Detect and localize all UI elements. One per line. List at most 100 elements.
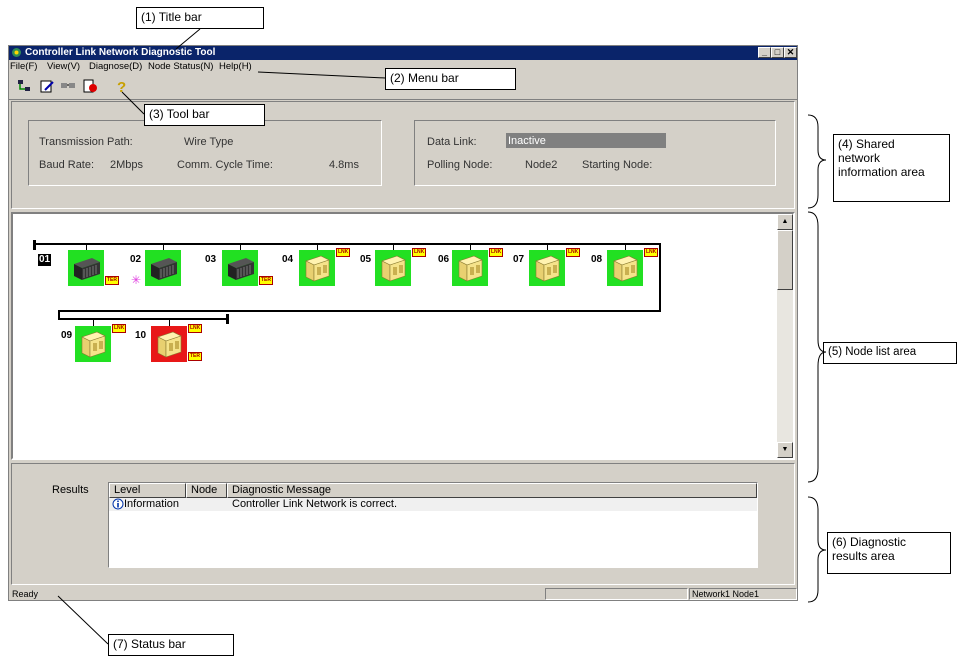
info-icon (112, 498, 124, 510)
menu-help[interactable]: Help(H) (219, 61, 252, 73)
status-bar: Ready Network1 Node1 (9, 587, 797, 601)
node-drop-line (317, 243, 318, 250)
polling-node-value: Node2 (525, 159, 558, 171)
plc-icon (458, 255, 483, 282)
node-number-09: 09 (61, 330, 73, 341)
transmission-path-value: Wire Type (184, 136, 234, 148)
data-link-label: Data Link: (427, 136, 477, 148)
network-icon[interactable] (16, 78, 32, 94)
app-icon (12, 48, 21, 57)
plc-icon (613, 255, 638, 282)
network-bus-lower (58, 318, 228, 320)
node-06[interactable] (452, 250, 488, 286)
callout-title-bar: (1) Title bar (136, 7, 264, 29)
table-row[interactable]: Information Controller Link Network is c… (109, 498, 757, 511)
node-number-05: 05 (360, 254, 372, 265)
node-01[interactable] (68, 250, 104, 286)
callout-node-list: (5) Node list area (823, 342, 957, 364)
col-header-level[interactable]: Level (109, 483, 186, 498)
node-number-01: 01 (38, 254, 52, 266)
menu-diagnose[interactable]: Diagnose(D) (89, 61, 142, 73)
node-08[interactable] (607, 250, 643, 286)
baud-rate-value: 2Mbps (110, 159, 144, 171)
transmission-path-label: Transmission Path: (39, 136, 133, 148)
scroll-thumb[interactable] (777, 230, 793, 290)
plc-icon (81, 331, 106, 358)
callout-shared-info: (4) Shared network information area (833, 134, 950, 202)
data-link-badge: LNK (566, 248, 581, 257)
node-number-03: 03 (205, 254, 217, 265)
app-window: Controller Link Network Diagnostic Tool … (8, 45, 798, 601)
node-02[interactable] (145, 250, 181, 286)
node-list-scrollbar[interactable]: ▲ ▼ (777, 214, 793, 458)
scroll-up-button[interactable]: ▲ (777, 214, 793, 230)
node-04[interactable] (299, 250, 335, 286)
node-drop-line (625, 243, 626, 250)
callout-status-bar: (7) Status bar (108, 634, 234, 656)
data-link-badge: LNK (112, 324, 127, 333)
help-icon[interactable]: ? (113, 78, 129, 94)
shared-network-info-area: Transmission Path: Wire Type Baud Rate: … (11, 101, 795, 209)
data-link-badge: LNK (644, 248, 659, 257)
callout-tool-bar: (3) Tool bar (144, 104, 265, 126)
node-drop-line (163, 243, 164, 250)
plc-icon (157, 331, 182, 358)
diagnostic-results-area: Results Level Node Diagnostic Message In… (11, 463, 795, 585)
node-03[interactable] (222, 250, 258, 286)
status-text: Ready (12, 589, 39, 599)
polling-node-icon: ✳ (131, 273, 142, 287)
results-table[interactable]: Level Node Diagnostic Message Informatio… (108, 482, 758, 568)
menu-file[interactable]: File(F) (10, 61, 37, 73)
menu-node-status[interactable]: Node Status(N) (148, 61, 213, 73)
row-level: Information (124, 498, 180, 510)
cycle-time-label: Comm. Cycle Time: (177, 159, 273, 171)
close-button[interactable]: ✕ (784, 47, 797, 58)
network-settings-group: Transmission Path: Wire Type Baud Rate: … (28, 120, 382, 186)
node-05[interactable] (375, 250, 411, 286)
plc-icon (74, 258, 100, 280)
polling-node-label: Polling Node: (427, 159, 493, 171)
diagnose-icon[interactable] (82, 78, 98, 94)
results-label: Results (52, 484, 89, 496)
title-bar[interactable]: Controller Link Network Diagnostic Tool … (9, 46, 797, 60)
data-link-status-box: Inactive (506, 133, 666, 148)
plc-icon (305, 255, 330, 282)
data-link-badge: LNK (412, 248, 427, 257)
network-bus-upper (33, 243, 661, 245)
col-header-message[interactable]: Diagnostic Message (227, 483, 757, 498)
node-drop-line (240, 243, 241, 250)
row-message: Controller Link Network is correct. (232, 498, 398, 510)
scroll-down-button[interactable]: ▼ (777, 442, 793, 458)
node-number-04: 04 (282, 254, 294, 265)
terminator-badge: TER (259, 276, 273, 285)
data-link-badge: LNK (188, 324, 203, 333)
node-09[interactable] (75, 326, 111, 362)
node-list-area: 01 TER 02 ✳ 03 TER 04 LNK 05 LNK 06 LNK 07 LNK 08 LNK 09… (11, 212, 795, 460)
data-link-badge: LNK (489, 248, 504, 257)
col-header-node[interactable]: Node (186, 483, 227, 498)
node-number-10: 10 (135, 330, 147, 341)
data-link-group: Data Link: Inactive Polling Node: Node2 … (414, 120, 776, 186)
maximize-button[interactable]: □ (771, 47, 784, 58)
nodes-icon[interactable] (60, 78, 76, 94)
node-drop-line (86, 243, 87, 250)
plc-icon (151, 258, 177, 280)
baud-rate-label: Baud Rate: (39, 159, 95, 171)
status-pane-blank (545, 588, 688, 600)
minimize-button[interactable]: _ (758, 47, 771, 58)
node-07[interactable] (529, 250, 565, 286)
menu-view[interactable]: View(V) (47, 61, 80, 73)
node-drop-line (169, 318, 170, 326)
terminator-badge: TER (188, 352, 202, 361)
edit-icon[interactable] (39, 78, 55, 94)
node-number-02: 02 (130, 254, 142, 265)
data-link-badge: LNK (336, 248, 351, 257)
terminator-badge: TER (105, 276, 119, 285)
node-10[interactable] (151, 326, 187, 362)
plc-icon (381, 255, 406, 282)
network-bus-return (58, 310, 661, 312)
starting-node-label: Starting Node: (582, 159, 653, 171)
callout-menu-bar: (2) Menu bar (385, 68, 516, 90)
plc-icon (228, 258, 254, 280)
node-drop-line (93, 318, 94, 326)
